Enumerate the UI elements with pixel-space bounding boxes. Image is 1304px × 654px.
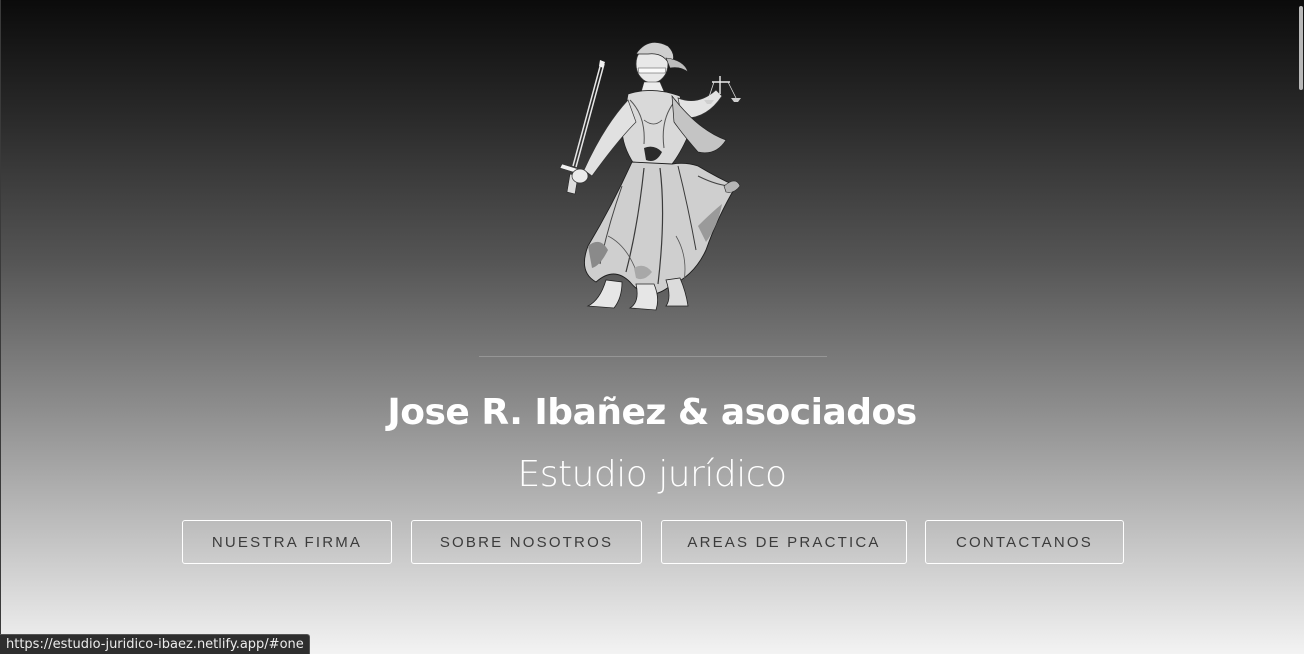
firm-subtitle: Estudio jurídico	[517, 453, 787, 495]
title-divider	[479, 356, 827, 357]
scrollbar-thumb[interactable]	[1299, 6, 1303, 90]
vertical-scrollbar[interactable]	[1297, 0, 1304, 654]
lady-justice-logo-icon	[548, 36, 758, 316]
nav-areas-de-practica-button[interactable]: AREAS DE PRACTICA	[661, 520, 907, 564]
nav-nuestra-firma-button[interactable]: NUESTRA FIRMA	[182, 520, 392, 564]
status-bar-url: https://estudio-juridico-ibaez.netlify.a…	[0, 634, 310, 654]
firm-title: Jose R. Ibañez & asociados	[387, 392, 917, 434]
main-nav: NUESTRA FIRMA SOBRE NOSOTROS AREAS DE PR…	[0, 520, 1304, 566]
nav-contactanos-button[interactable]: CONTACTANOS	[925, 520, 1124, 564]
hero-page: Jose R. Ibañez & asociados Estudio juríd…	[0, 0, 1304, 654]
nav-sobre-nosotros-button[interactable]: SOBRE NOSOTROS	[411, 520, 642, 564]
